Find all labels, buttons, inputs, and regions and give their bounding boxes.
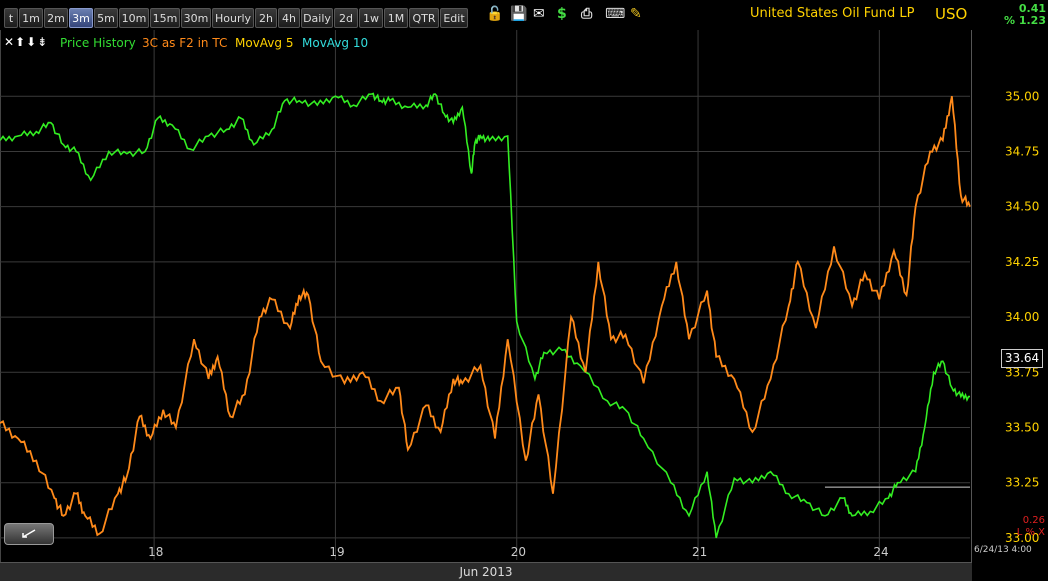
- series-3c-indicator: [0, 96, 971, 537]
- y-tick-label: 35.00: [1005, 89, 1039, 103]
- y-tick-label: 33.25: [1005, 476, 1039, 490]
- x-tick-label: 18: [148, 545, 163, 559]
- x-tick-label: 19: [329, 545, 344, 559]
- month-label: Jun 2013: [459, 565, 513, 579]
- y-tick-label: 34.00: [1005, 310, 1039, 324]
- y-tick-label: 34.50: [1005, 200, 1039, 214]
- y-tick-label: 34.25: [1005, 255, 1039, 269]
- legend-item[interactable]: MovAvg 5: [235, 36, 293, 50]
- x-tick-label: 24: [873, 545, 888, 559]
- series-price-history: [0, 92, 970, 539]
- legend-item[interactable]: 3C as F2 in TC: [142, 36, 227, 50]
- scroll-back-button[interactable]: [4, 523, 54, 545]
- legend-item[interactable]: Price History: [60, 36, 136, 50]
- y-tick-label: 33.50: [1005, 421, 1039, 435]
- volume-value: 0.26: [1022, 515, 1045, 526]
- x-tick-label: 20: [511, 545, 526, 559]
- volume-label: L % X: [1016, 527, 1045, 538]
- time-axis-bar: Jun 2013: [0, 562, 972, 581]
- price-chart[interactable]: 35.0034.7534.5034.2534.0033.7533.5033.25…: [0, 0, 1048, 562]
- arrow-left-icon: [22, 529, 36, 538]
- current-price-tag: 33.64: [1001, 349, 1043, 368]
- x-tick-label: 21: [692, 545, 707, 559]
- legend-item[interactable]: MovAvg 10: [302, 36, 368, 50]
- datestamp: 6/24/13 4:00: [974, 545, 1032, 555]
- legend-controls[interactable]: ✕⬆⬇⇟: [4, 35, 48, 49]
- y-tick-label: 34.75: [1005, 144, 1039, 158]
